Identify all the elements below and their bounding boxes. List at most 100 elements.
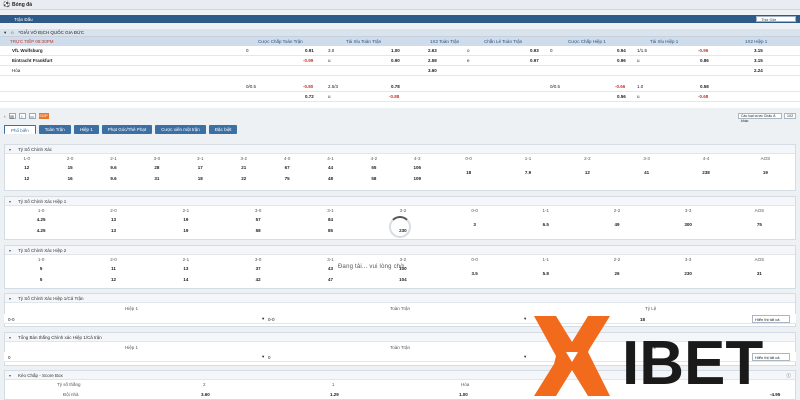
- tab-same-game-parlay[interactable]: Cược xiên một trận: [155, 125, 206, 134]
- odds-value[interactable]: -0.96: [698, 46, 708, 56]
- odds-value[interactable]: 2.63: [428, 46, 437, 56]
- chevron-down-icon[interactable]: ▾: [524, 354, 526, 360]
- odds-value[interactable]: 55: [352, 165, 395, 170]
- odds-value[interactable]: 0.90: [391, 56, 400, 66]
- tab-special[interactable]: Đặc biệt: [208, 125, 238, 134]
- chevron-down-icon[interactable]: ▾: [9, 294, 11, 303]
- count-select[interactable]: 1X2: [784, 113, 796, 119]
- odds-value[interactable]: 9.6: [92, 165, 135, 170]
- odds-value[interactable]: 3.5: [439, 271, 510, 276]
- odds-value[interactable]: 109: [396, 176, 439, 181]
- odds-value[interactable]: 18: [439, 170, 498, 175]
- odds-value[interactable]: 14: [150, 277, 222, 282]
- section-header[interactable]: Trận Đấu Thứ Giờ: [0, 15, 800, 23]
- tab-first-half[interactable]: Hiệp 1: [73, 125, 99, 134]
- sgp-badge[interactable]: SGP: [38, 113, 49, 119]
- chevron-down-icon[interactable]: ▾: [262, 354, 264, 360]
- odds-value[interactable]: 75: [724, 222, 795, 227]
- odds-value[interactable]: 6.5: [510, 222, 581, 227]
- odds-value[interactable]: 19: [736, 170, 795, 175]
- odds-value[interactable]: 3: [439, 222, 510, 227]
- odds-value[interactable]: 19: [150, 217, 222, 222]
- odds-value[interactable]: 0.94: [617, 46, 626, 56]
- tab-full-time[interactable]: Toàn Trận: [38, 125, 71, 134]
- block-title[interactable]: ▾ Tỷ Số Chính Xác Hiệp 1: [5, 197, 795, 206]
- odds-value[interactable]: 0.86: [700, 56, 709, 66]
- odds-value[interactable]: 106: [396, 165, 439, 170]
- odds-value[interactable]: -0.80: [303, 82, 313, 92]
- odds-value[interactable]: 5: [5, 266, 77, 271]
- odds-value[interactable]: 47: [294, 277, 366, 282]
- chevron-down-icon[interactable]: ▾: [9, 145, 11, 154]
- odds-value[interactable]: -0.99: [303, 56, 313, 66]
- odds-value[interactable]: 2.24: [754, 66, 763, 76]
- odds-value[interactable]: 12: [77, 277, 149, 282]
- chevron-down-icon[interactable]: ▾: [262, 316, 264, 322]
- ft-score-select[interactable]: 0-0: [268, 316, 275, 323]
- odds-value[interactable]: 104: [367, 277, 439, 282]
- odds-value[interactable]: 19: [150, 228, 222, 233]
- odds-value[interactable]: 300: [653, 222, 724, 227]
- odds-value[interactable]: 13: [150, 266, 222, 271]
- odds-value[interactable]: 41: [617, 170, 676, 175]
- odds-value[interactable]: 21: [222, 165, 265, 170]
- odds-value[interactable]: 0.97: [530, 56, 539, 66]
- odds-value[interactable]: 85: [294, 228, 366, 233]
- odds-value[interactable]: 11: [77, 266, 149, 271]
- h1-score-select[interactable]: 0-0: [8, 316, 15, 323]
- market-select[interactable]: Các loại cược Châu Á khác: [738, 113, 782, 123]
- chevron-down-icon[interactable]: ▾: [9, 371, 11, 380]
- odds-value[interactable]: -0.68: [698, 92, 708, 102]
- odds-value[interactable]: 16: [48, 176, 91, 181]
- odds-value[interactable]: 12: [5, 165, 48, 170]
- odds-value[interactable]: 13: [77, 228, 149, 233]
- odds-value[interactable]: 0.58: [700, 82, 709, 92]
- chevron-right-icon[interactable]: ›: [4, 114, 6, 119]
- odds-value[interactable]: 0.93: [530, 46, 539, 56]
- sort-select[interactable]: Thứ Giờ: [756, 16, 796, 22]
- stats-icon[interactable]: ▤: [8, 113, 16, 119]
- chevron-down-icon[interactable]: ▾: [9, 246, 11, 255]
- odds-value[interactable]: 1.00: [391, 46, 400, 56]
- odds-value[interactable]: 58: [222, 228, 294, 233]
- odds-value[interactable]: 15: [48, 165, 91, 170]
- odds-value[interactable]: 22: [222, 176, 265, 181]
- odds-value[interactable]: 12: [5, 176, 48, 181]
- odds-value[interactable]: 7.9: [498, 170, 557, 175]
- odds-value[interactable]: 12: [558, 170, 617, 175]
- odds-value[interactable]: 3.15: [754, 46, 763, 56]
- odds-value[interactable]: -0.66: [615, 82, 625, 92]
- odds-value[interactable]: 84: [294, 217, 366, 222]
- odds-value[interactable]: 230: [653, 271, 724, 276]
- odds-value[interactable]: 26: [581, 271, 652, 276]
- odds-value[interactable]: 67: [265, 165, 308, 170]
- odds-value[interactable]: 2.58: [428, 56, 437, 66]
- h1-goals-select[interactable]: 0: [8, 354, 11, 361]
- odds-value[interactable]: 18: [179, 176, 222, 181]
- odds-value[interactable]: 42: [222, 277, 294, 282]
- odds-value[interactable]: 1.00: [459, 392, 468, 397]
- chevron-down-icon[interactable]: ▾: [9, 197, 11, 206]
- star-icon[interactable]: ☆: [10, 30, 14, 36]
- odds-value[interactable]: 3.15: [754, 56, 763, 66]
- chevron-down-icon[interactable]: ▾: [524, 316, 526, 322]
- odds-value[interactable]: 1.29: [330, 392, 339, 397]
- odds-value[interactable]: -0.88: [389, 92, 399, 102]
- odds-value[interactable]: 0.56: [617, 92, 626, 102]
- odds-value[interactable]: 0.96: [617, 56, 626, 66]
- tv-icon[interactable]: ▭: [28, 113, 36, 119]
- block-title[interactable]: ▾ Tỷ Số Chính Xác: [5, 145, 795, 154]
- odds-value[interactable]: 57: [222, 217, 294, 222]
- odds-value[interactable]: 4.25: [5, 228, 77, 233]
- league-row[interactable]: ▾ ☆ *GIẢI VÔ ĐỊCH QUỐC GIA ĐỨC: [0, 29, 800, 37]
- odds-value[interactable]: 0.72: [305, 92, 314, 102]
- odds-value[interactable]: 28: [135, 165, 178, 170]
- odds-value[interactable]: 13: [77, 217, 149, 222]
- odds-value[interactable]: 75: [265, 176, 308, 181]
- odds-value[interactable]: 9.6: [92, 176, 135, 181]
- odds-value[interactable]: 5.8: [510, 271, 581, 276]
- odds-value[interactable]: 48: [309, 176, 352, 181]
- odds-value[interactable]: 44: [309, 165, 352, 170]
- odds-value[interactable]: 58: [352, 176, 395, 181]
- odds-value[interactable]: 3.60: [201, 392, 210, 397]
